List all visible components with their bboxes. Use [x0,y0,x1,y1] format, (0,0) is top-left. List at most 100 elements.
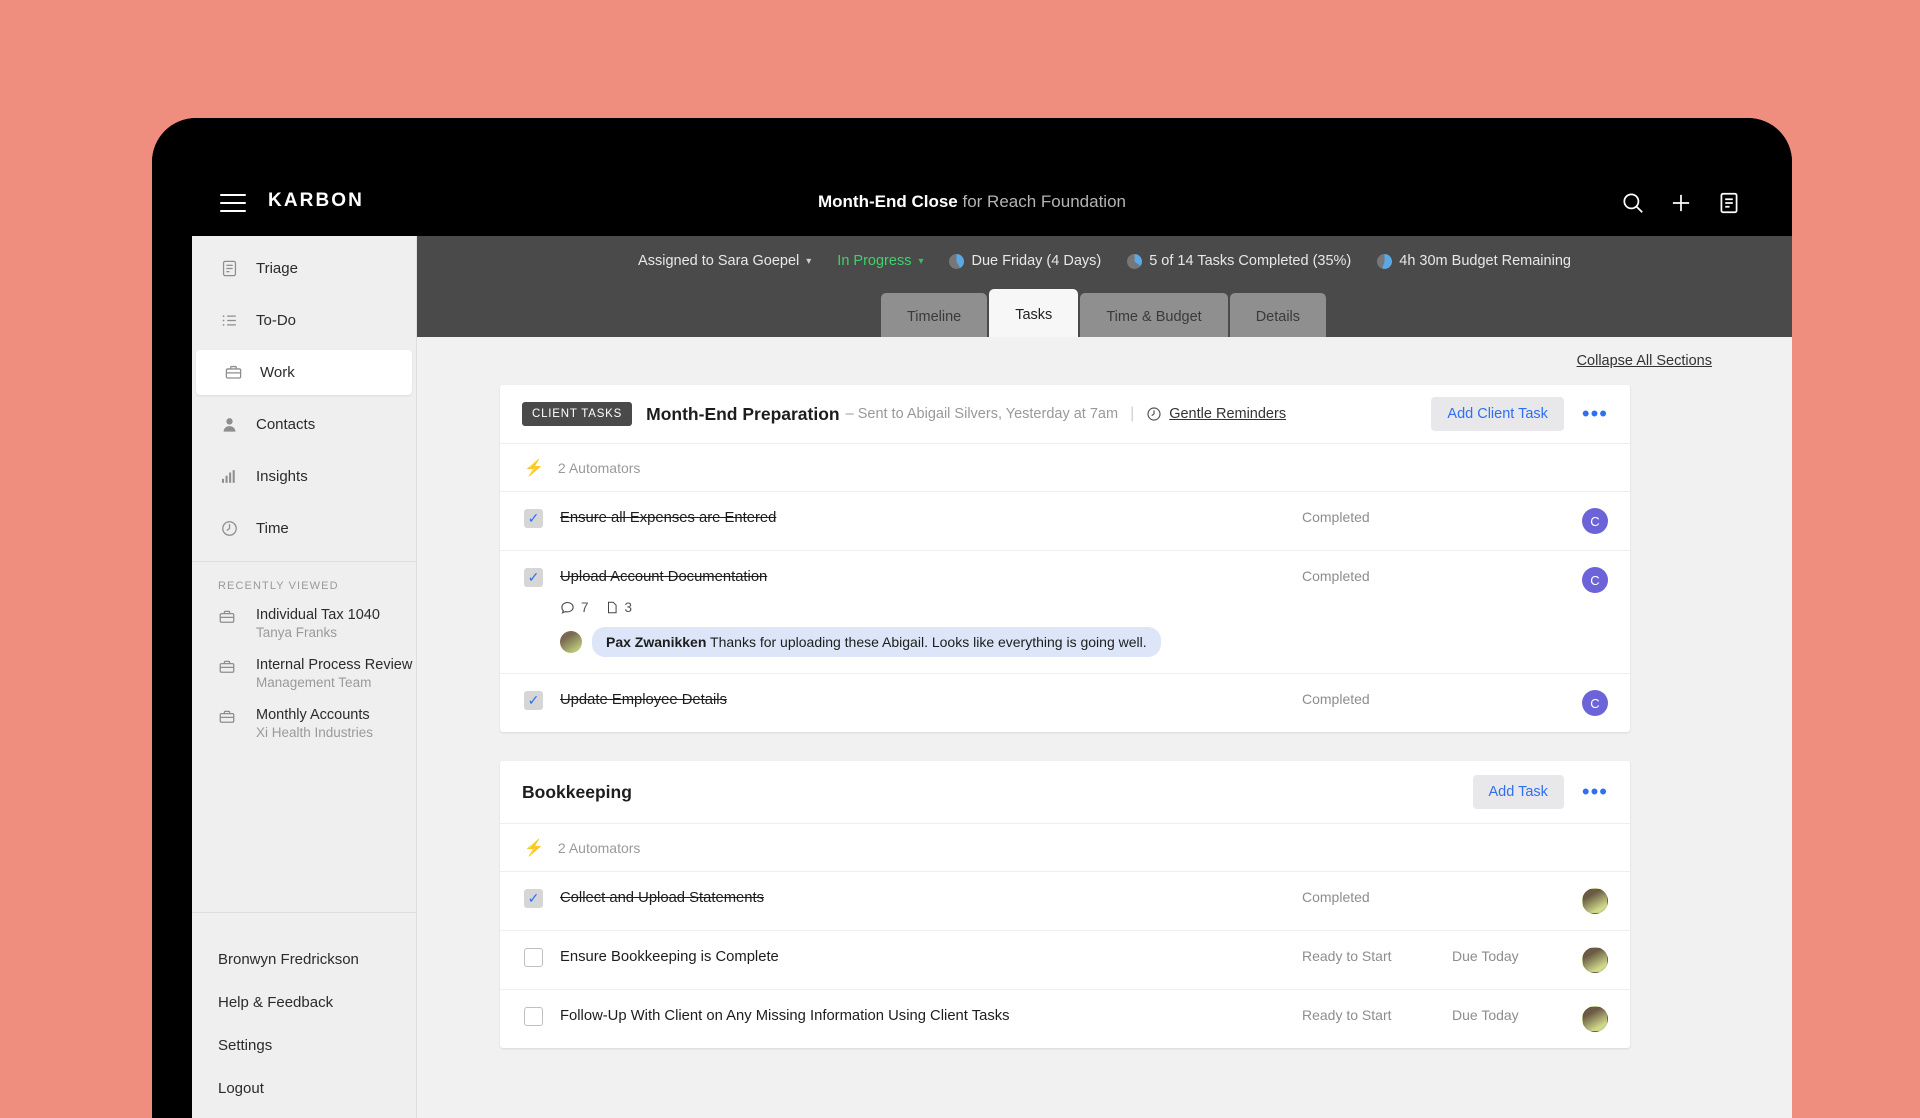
triage-icon [218,259,240,278]
avatar[interactable] [560,631,582,653]
gentle-reminders-link[interactable]: Gentle Reminders [1169,406,1286,422]
task-name: Upload Account Documentation [560,569,768,585]
task-checkbox-checked[interactable]: ✓ [524,889,543,908]
task-comment: Pax Zwanikken Thanks for uploading these… [560,627,1302,657]
briefcase-icon [222,363,244,382]
table-row[interactable]: ✓ Upload Account Documentation 7 3 Pax Z… [500,550,1630,673]
avatar[interactable] [1582,947,1608,973]
document-icon [605,600,619,615]
table-row[interactable]: ✓ Collect and Upload Statements Complete… [500,871,1630,930]
sidebar-item-logout[interactable]: Logout [192,1067,416,1110]
recently-viewed-item[interactable]: Individual Tax 1040 Tanya Franks [192,600,416,650]
section-title: Bookkeeping [522,781,632,802]
recently-viewed-name: Internal Process Review [256,657,413,673]
task-name: Ensure Bookkeeping is Complete [560,949,779,965]
tab-details[interactable]: Details [1229,293,1327,341]
sidebar-item-user-account[interactable]: Bronwyn Fredrickson [192,938,416,981]
automators-label: 2 Automators [557,459,641,476]
section-subtitle: – Sent to Abigail Silvers, Yesterday at … [845,406,1119,422]
tab-timeline[interactable]: Timeline [880,293,988,341]
search-icon[interactable] [1620,190,1646,216]
table-row[interactable]: Ensure Bookkeeping is Complete Ready to … [500,930,1630,989]
task-status: Completed [1302,568,1370,584]
task-main: Update Employee Details [560,690,1302,710]
assignee-selector[interactable]: Assigned to Sara Goepel ▾ [638,253,811,269]
sidebar-item-work[interactable]: Work [196,350,412,395]
sidebar-item-label: To-Do [256,312,297,329]
task-checkbox-checked[interactable]: ✓ [524,568,543,587]
task-due [1452,888,1582,889]
tab-time-budget[interactable]: Time & Budget [1080,293,1228,341]
list-icon [218,311,240,330]
recently-viewed-item[interactable]: Monthly Accounts Xi Health Industries [192,700,416,750]
add-task-button[interactable]: Add Task [1472,775,1564,809]
avatar[interactable]: C [1582,690,1608,716]
tab-tasks[interactable]: Tasks [989,289,1079,341]
recently-viewed-sub: Management Team [256,675,372,690]
sidebar-item-contacts[interactable]: Contacts [192,402,416,447]
document-count[interactable]: 3 [605,600,632,615]
assignee-label: Assigned to Sara Goepel [638,253,800,269]
task-main: Upload Account Documentation 7 3 Pax Zwa… [560,567,1302,657]
task-section-client-tasks: CLIENT TASKS Month-End Preparation – Sen… [500,385,1630,732]
table-row[interactable]: ✓ Ensure all Expenses are Entered Comple… [500,491,1630,550]
plus-icon[interactable] [1668,190,1694,216]
tablet-device-frame: KARBON Month-End Close for Reach Foundat… [152,118,1792,1118]
task-meta-counts: 7 3 [560,600,1302,615]
recently-viewed-item[interactable]: Internal Process Review Management Team [192,650,416,700]
status-selector[interactable]: In Progress ▾ [837,253,923,269]
sidebar-item-label: Insights [256,468,308,485]
sidebar-item-label: Contacts [256,416,316,433]
collapse-all-sections-link[interactable]: Collapse All Sections [1577,353,1712,369]
sidebar-item-settings[interactable]: Settings [192,1024,416,1067]
task-checkbox-checked[interactable]: ✓ [524,691,543,710]
work-tabs: Timeline Tasks Time & Budget Details [417,289,1792,341]
work-meta-bar: Assigned to Sara Goepel ▾ In Progress ▾ … [417,253,1792,269]
task-name: Follow-Up With Client on Any Missing Inf… [560,1008,1010,1024]
person-icon [218,415,240,434]
task-due: Due Today [1452,948,1519,964]
avatar[interactable] [1582,888,1608,914]
comment-count[interactable]: 7 [560,600,589,615]
status-badge: In Progress [837,253,912,269]
table-row[interactable]: ✓ Update Employee Details Completed C [500,673,1630,732]
comment-bubble: Pax Zwanikken Thanks for uploading these… [592,627,1161,657]
task-checkbox-unchecked[interactable] [524,1007,543,1026]
sidebar-item-insights[interactable]: Insights [192,454,416,499]
task-status: Completed [1302,889,1370,905]
sidebar-item-label: Work [260,364,295,381]
clock-icon [1146,406,1162,422]
sidebar-item-triage[interactable]: Triage [192,246,416,291]
task-status: Ready to Start [1302,948,1392,964]
task-checkbox-checked[interactable]: ✓ [524,509,543,528]
section-more-options-icon[interactable]: ••• [1582,781,1608,803]
automators-row[interactable]: ⚡ 2 Automators [500,823,1630,871]
section-more-options-icon[interactable]: ••• [1582,403,1608,425]
sidebar-item-help-feedback[interactable]: Help & Feedback [192,981,416,1024]
clock-icon [218,519,240,538]
section-header-actions: Add Client Task ••• [1431,397,1608,431]
sidebar-item-time[interactable]: Time [192,506,416,551]
progress-donut-icon [949,253,965,269]
sidebar-item-to-do[interactable]: To-Do [192,298,416,343]
table-row[interactable]: Follow-Up With Client on Any Missing Inf… [500,989,1630,1048]
task-status: Completed [1302,509,1370,525]
automators-row[interactable]: ⚡ 2 Automators [500,443,1630,491]
avatar[interactable] [1582,1006,1608,1032]
section-header-actions: Add Task ••• [1472,775,1609,809]
task-due: Due Today [1452,1007,1519,1023]
add-client-task-button[interactable]: Add Client Task [1431,397,1564,431]
note-icon[interactable] [1716,190,1742,216]
avatar[interactable]: C [1582,567,1608,593]
tasks-completed-label: 5 of 14 Tasks Completed (35%) [1149,253,1352,269]
app-screen: KARBON Month-End Close for Reach Foundat… [152,118,1792,1118]
page-title: Month-End Close for Reach Foundation [152,192,1792,212]
briefcase-icon [218,656,240,676]
task-checkbox-unchecked[interactable] [524,948,543,967]
avatar[interactable]: C [1582,508,1608,534]
lightning-bolt-icon: ⚡ [524,839,544,857]
chevron-down-icon: ▾ [806,255,812,267]
section-header: CLIENT TASKS Month-End Preparation – Sen… [500,385,1630,443]
task-section-bookkeeping: Bookkeeping Add Task ••• ⚡ 2 Automators … [500,761,1630,1048]
bar-chart-icon [218,467,240,486]
